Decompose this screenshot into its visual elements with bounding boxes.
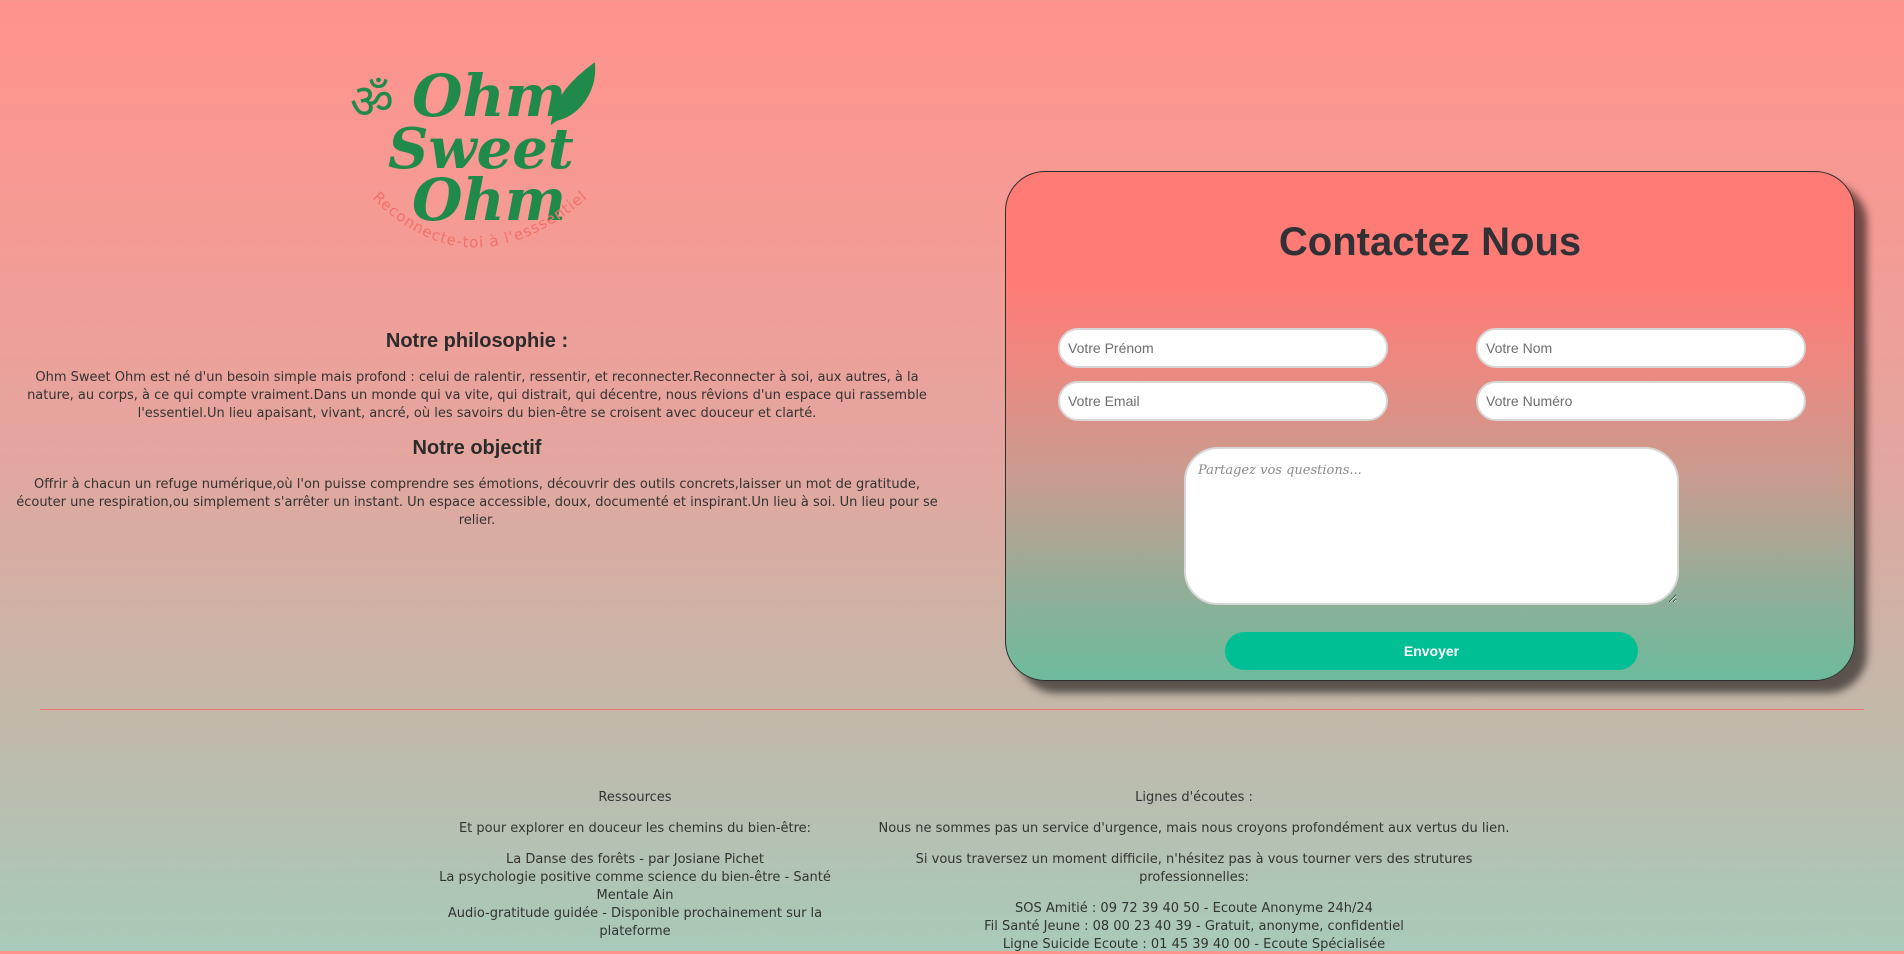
contact-form: Contactez Nous Envoyer bbox=[1005, 171, 1855, 681]
hotline-item: Fil Santé Jeune : 08 00 23 40 39 - Gratu… bbox=[984, 919, 1404, 934]
hotline-item: SOS Amitié : 09 72 39 40 50 - Ecoute Ano… bbox=[1015, 901, 1373, 916]
resources-title: Ressources bbox=[598, 790, 672, 805]
footer-hotlines: Lignes d'écoutes : Nous ne sommes pas un… bbox=[870, 789, 1518, 954]
ohm-sweet-ohm-logo: ॐ Ohm Sweet Ohm Reconnecte-toi à l'essse… bbox=[350, 62, 596, 252]
message-textarea[interactable] bbox=[1184, 447, 1679, 605]
resource-item: La psychologie positive comme science du… bbox=[439, 870, 831, 903]
phone-input[interactable] bbox=[1476, 381, 1806, 421]
resources-intro: Et pour explorer en douceur les chemins … bbox=[458, 821, 812, 836]
hotline-item: Ligne Suicide Ecoute : 01 45 39 40 00 - … bbox=[1002, 937, 1386, 952]
contact-title: Contactez Nous bbox=[1278, 220, 1582, 264]
resource-item: Audio-gratitude guidée - Disponible proc… bbox=[447, 906, 823, 939]
about-section: Notre philosophie : Ohm Sweet Ohm est né… bbox=[14, 330, 940, 544]
hotlines-intro: Nous ne sommes pas un service d'urgence,… bbox=[878, 821, 1510, 836]
hotlines-title: Lignes d'écoutes : bbox=[1135, 790, 1253, 805]
firstname-input[interactable] bbox=[1058, 328, 1388, 368]
objective-title: Notre objectif bbox=[412, 437, 542, 459]
resource-item: La Danse des forêts - par Josiane Pichet bbox=[506, 852, 764, 867]
objective-text: Offrir à chacun un refuge numérique,où l… bbox=[16, 477, 938, 528]
philosophy-title: Notre philosophie : bbox=[385, 330, 569, 352]
hotlines-advice: Si vous traversez un moment difficile, n… bbox=[915, 852, 1473, 885]
send-button[interactable]: Envoyer bbox=[1225, 632, 1638, 670]
footer-resources: Ressources Et pour explorer en douceur l… bbox=[420, 789, 850, 941]
philosophy-text: Ohm Sweet Ohm est né d'un besoin simple … bbox=[27, 370, 927, 421]
lastname-input[interactable] bbox=[1476, 328, 1806, 368]
section-divider bbox=[40, 709, 1864, 710]
email-input[interactable] bbox=[1058, 381, 1388, 421]
